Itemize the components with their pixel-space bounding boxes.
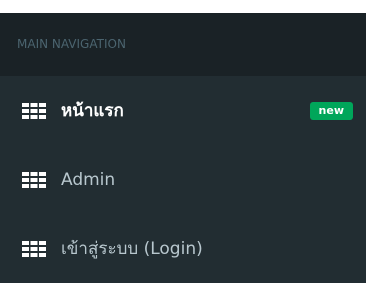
th-grid-icon [22, 102, 46, 119]
th-grid-icon [22, 171, 46, 188]
new-badge: new [309, 101, 353, 120]
th-grid-icon [22, 240, 46, 257]
sidebar-item-admin[interactable]: Admin [0, 145, 366, 214]
sidebar-item-label: เข้าสู่ระบบ (Login) [61, 239, 203, 259]
sidebar-item-label: หน้าแรก [61, 101, 124, 121]
sidebar-item-home[interactable]: หน้าแรก new [0, 76, 366, 145]
sidebar-item-label: Admin [61, 169, 116, 190]
sidebar-item-login[interactable]: เข้าสู่ระบบ (Login) [0, 214, 366, 283]
main-navigation-header: MAIN NAVIGATION [0, 13, 366, 76]
sidebar: MAIN NAVIGATION หน้าแรก new Admin เข้าสู… [0, 13, 366, 283]
